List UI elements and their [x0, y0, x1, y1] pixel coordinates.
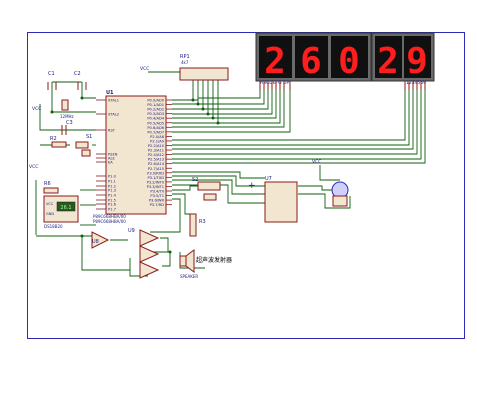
ds18b20-gnd: GND — [46, 212, 54, 216]
c3-ref: C3 — [66, 120, 73, 126]
u1-pin-right-label: P0.2/AD2 — [147, 108, 164, 112]
vcc-label-left: VCC — [32, 106, 41, 112]
vcc-label-sensor: VCC — [29, 164, 38, 170]
u1-pin-left-label: P1.1 — [108, 180, 116, 184]
u1-pin-right-label: P0.3/AD3 — [147, 112, 164, 116]
schematic-canvas: 2 6 0 ABCDEFG DP 2 9 1234569 RP1 4k7 VCC… — [27, 32, 465, 339]
u1-left-pins: XTAL1XTAL2RSTPSENALEEAP1.0P1.1P1.2P1.3P1… — [96, 99, 119, 212]
u1-pin-right-label: P0.1/AD1 — [147, 103, 164, 107]
u1-subpart: P89C668HBA/00 — [93, 219, 126, 224]
u1-pin-right-label: P2.6/A14 — [148, 162, 165, 166]
u1-ref: U1 — [106, 90, 114, 96]
u1-pin-left-label: XTAL1 — [108, 99, 119, 103]
u1-pin-left-label: P1.3 — [108, 189, 116, 193]
speaker-caption: 超声波发射器 — [196, 256, 232, 264]
s2-switch — [197, 181, 221, 201]
u1-pin-right-label: P3.1/TXD — [147, 176, 164, 180]
s2-ref: S2 — [192, 177, 198, 183]
u1-pin-right-label: P3.5/T1 — [150, 194, 164, 198]
u1-pin-left-label: RST — [108, 129, 116, 133]
display-right-digit-2: 9 — [406, 41, 428, 82]
crystal-block — [47, 82, 87, 111]
speaker — [179, 249, 195, 273]
u1-pin-left-label: P1.7 — [108, 208, 116, 212]
u1-mcu: U1 P89C668HBA/00 P89C668HBA/00 XTAL1XTAL… — [93, 90, 172, 224]
rp1-value: 4k7 — [181, 60, 189, 65]
vcc-label-motor: VCC — [312, 159, 321, 165]
u1-pin-right-label: P2.1/A9 — [150, 139, 165, 143]
plus-marker: + — [248, 181, 256, 191]
u1-right-pins: P0.0/AD0P0.1/AD1P0.2/AD2P0.3/AD3P0.4/AD4… — [147, 99, 172, 207]
u1-pin-right-label: P3.6/WR — [149, 199, 165, 203]
opamp-u9 — [139, 229, 160, 279]
u1-pin-left-label: XTAL2 — [108, 113, 119, 117]
ds18b20-sensor: 26.1 VCC GND DS18B20 — [43, 195, 79, 229]
speaker-label: SPEAKER — [180, 274, 198, 279]
u1-pin-right-label: P2.5/A13 — [148, 158, 164, 162]
display-left-digit-2: 6 — [300, 41, 322, 82]
u7-chip: U7 + — [248, 176, 298, 223]
u1-pin-right-label: P2.3/A11 — [148, 149, 164, 153]
s1-ref: S1 — [86, 134, 92, 140]
u1-pin-right-label: P2.2/A10 — [148, 144, 165, 148]
u1-pin-left-label: P1.4 — [108, 194, 117, 198]
u1-pin-right-label: P0.6/AD6 — [147, 126, 164, 130]
c1-ref: C1 — [48, 71, 55, 77]
display-right: 2 9 1234569 — [371, 32, 435, 86]
r6-ref: R6 — [44, 181, 51, 187]
display-left-digit-3: 0 — [338, 41, 360, 82]
display-left: 2 6 0 ABCDEFG DP — [255, 32, 372, 86]
ds18b20-vcc: VCC — [46, 202, 54, 206]
ds18b20-ref: DS18B20 — [44, 224, 63, 229]
u1-pin-right-label: P2.4/A12 — [148, 153, 164, 157]
c2-ref: C2 — [74, 71, 81, 77]
u1-pin-right-label: P3.2/INT0 — [147, 180, 165, 184]
u1-pin-right-label: P3.4/T0 — [150, 190, 164, 194]
u1-pin-right-label: P2.7/A15 — [148, 167, 164, 171]
u1-pin-left-label: P1.6 — [108, 203, 117, 207]
rp1: RP1 4k7 VCC — [140, 54, 229, 81]
u1-pin-right-label: P0.7/AD7 — [147, 130, 164, 134]
u1-pin-right-label: P0.5/AD5 — [147, 121, 164, 125]
u9-ref: U9 — [128, 228, 135, 234]
u1-pin-right-label: P3.3/INT1 — [147, 185, 164, 189]
u1-pin-right-label: P2.0/A8 — [150, 135, 165, 139]
r2-ref: R2 — [50, 136, 57, 142]
u1-pin-right-label: P0.4/AD4 — [147, 117, 164, 121]
display-left-digit-1: 2 — [264, 41, 286, 82]
vcc-label-rp1: VCC — [140, 66, 149, 72]
x1-value: 12MHz — [60, 114, 74, 119]
r3-body — [189, 213, 197, 237]
motor — [331, 181, 349, 207]
u1-pin-right-label: P3.7/RD — [150, 203, 165, 207]
u1-pin-right-label: P0.0/AD0 — [147, 99, 164, 103]
u1-pin-left-label: EA — [108, 161, 113, 165]
ds18b20-reading: 26.1 — [60, 205, 71, 211]
u1-pin-right-label: P3.0/RXD — [147, 171, 164, 175]
r6-body — [43, 187, 59, 194]
r3-ref: R3 — [199, 219, 206, 225]
u8-ref: U8 — [92, 239, 99, 245]
u7-ref: U7 — [265, 176, 272, 182]
u1-pin-left-label: P1.0 — [108, 175, 117, 179]
display-right-digit-1: 2 — [377, 41, 399, 82]
